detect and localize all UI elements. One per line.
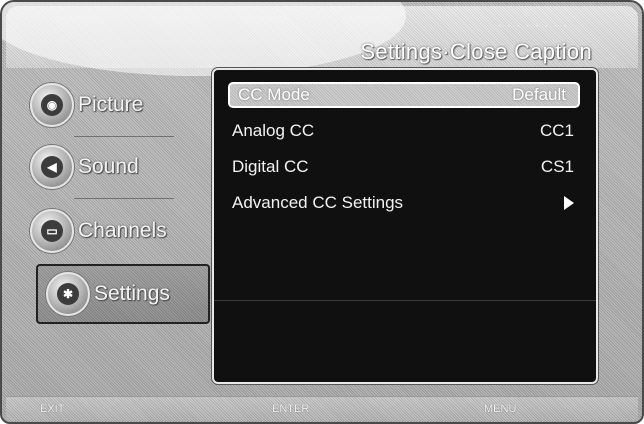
- header-decoration: [2, 2, 406, 76]
- menu-row-label: CC Mode: [238, 85, 310, 104]
- menu-row-value: Default: [512, 85, 566, 104]
- sidebar-item-label: Channels: [78, 219, 167, 242]
- channels-icon: ▭: [30, 209, 74, 253]
- menu-row-value: CC1: [539, 121, 574, 140]
- sidebar-divider: [74, 136, 174, 137]
- footer-hint-bar: EXIT ENTER MENU: [6, 396, 638, 421]
- panel-divider: [214, 300, 596, 301]
- page-title: Settings·Close Caption: [360, 39, 592, 64]
- osd-frame: · · · · · · · · Settings·Close Caption ◉…: [0, 0, 644, 424]
- sidebar-item-picture[interactable]: ◉ Picture: [30, 80, 208, 130]
- menu-row-label: Digital CC: [232, 157, 309, 176]
- sidebar-item-label: Settings: [94, 282, 170, 305]
- menu-hint[interactable]: MENU: [484, 403, 516, 415]
- sidebar-item-settings[interactable]: ✱ Settings: [36, 264, 210, 324]
- sidebar-item-label: Picture: [78, 93, 144, 116]
- sidebar-item-channels[interactable]: ▭ Channels: [30, 206, 208, 256]
- exit-hint[interactable]: EXIT: [40, 403, 64, 415]
- menu-row-label: Advanced CC Settings: [232, 193, 404, 212]
- menu-row-label: Analog CC: [232, 121, 315, 140]
- sidebar-item-sound[interactable]: ◀ Sound: [30, 142, 208, 192]
- menu-row-digital-cc[interactable]: Digital CC CS1: [232, 152, 578, 182]
- right-arrow-icon: [564, 196, 574, 210]
- menu-row-advanced-cc-settings[interactable]: Advanced CC Settings: [232, 188, 578, 218]
- menu-row-analog-cc[interactable]: Analog CC CC1: [232, 116, 578, 146]
- sidebar-divider: [74, 198, 174, 199]
- enter-hint[interactable]: ENTER: [272, 403, 309, 415]
- header-band: · · · · · · · · Settings·Close Caption: [2, 2, 638, 76]
- sidebar-menu: ◉ Picture ◀ Sound ▭ Channels ✱ Settings: [22, 80, 210, 350]
- menu-row-cc-mode[interactable]: CC Mode Default: [228, 82, 580, 108]
- picture-icon: ◉: [30, 83, 74, 127]
- menu-row-value: CS1: [540, 157, 574, 176]
- sidebar-item-label: Sound: [78, 155, 139, 178]
- settings-panel: CC Mode Default Analog CC CC1 Digital CC…: [212, 68, 598, 384]
- header-ghost-text: · · · · · · · ·: [497, 18, 568, 32]
- sound-icon: ◀: [30, 145, 74, 189]
- settings-icon: ✱: [46, 272, 90, 316]
